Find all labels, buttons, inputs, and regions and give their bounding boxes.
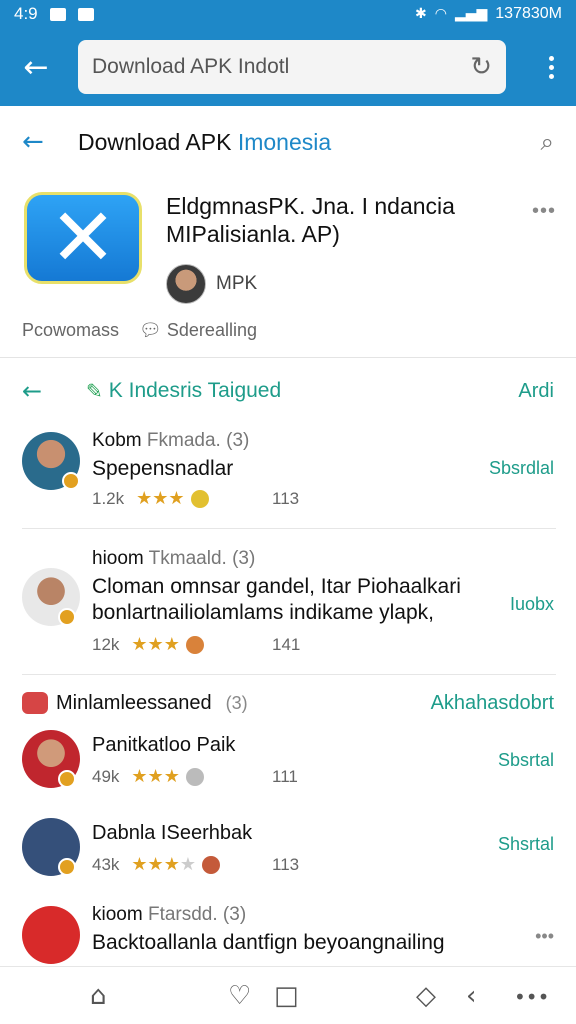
reviewer-name: Kobm Fkmada. (3) (92, 430, 250, 451)
stat-a: Pcowomass (22, 320, 120, 340)
divider (22, 674, 556, 675)
bottom-navigation: ⌂ ♡ □ ◇ ‹ ••• (0, 966, 576, 1024)
overflow-menu-icon[interactable] (536, 55, 566, 79)
tag-icon[interactable]: ◇ (416, 981, 436, 1011)
review-number: 141 (272, 634, 301, 654)
app-list-item[interactable]: Panitkatloo Paik 49k ★★★ 111 Sbsrtal (0, 726, 576, 806)
app-list-meta: 43k ★★★ ★ 113 (92, 854, 299, 875)
page-title: Download APK Imonesia (78, 128, 332, 155)
message-icon (77, 7, 94, 21)
coin-icon (185, 767, 204, 786)
rating-stars: ★★★ (131, 854, 180, 875)
leaf-icon: ✎ (86, 380, 103, 403)
review-count: 1.2k (92, 488, 125, 508)
back-arrow-icon[interactable]: ← (10, 41, 62, 93)
browser-toolbar: ← ↻ (0, 28, 576, 106)
section-app-icon (22, 692, 48, 714)
coin-icon (190, 489, 209, 508)
review-text: Backtoallanla dantfign beyoangnailing (92, 931, 445, 954)
app-stats: Pcowomass 💬︎ Sderealling (22, 320, 257, 341)
section-header-apps: Minlamleessaned (3) Akhahasdobrt (0, 678, 576, 728)
app-list-name: Dabnla ISeerhbak (92, 822, 253, 844)
review-meta: 1.2k ★★★ 113 (92, 488, 299, 509)
page-header: ← Download APK Imonesia ⌕ (0, 112, 576, 172)
developer-avatar (166, 264, 206, 304)
more-options-icon[interactable]: ••• (532, 200, 556, 223)
app-badge-icon (58, 770, 76, 788)
chat-icon[interactable]: ♡ (228, 981, 251, 1011)
section2-action-link[interactable]: Akhahasdobrt (431, 692, 554, 715)
stat-b[interactable]: 💬︎ Sderealling (139, 320, 257, 341)
rating-stars: ★★★ (136, 488, 185, 509)
app-name: EldgmnasPK. Jna. I ndancia MIPalisianla.… (166, 193, 455, 247)
section-back-icon[interactable]: ← (22, 377, 86, 405)
review-action-link[interactable]: Iuobx (510, 594, 554, 615)
rating-stars: ★★★ (131, 634, 180, 655)
reviewer-name: hioom Tkmaald. (3) (92, 548, 256, 569)
review-count: 12k (92, 634, 120, 654)
coin-icon (185, 635, 204, 654)
status-time: 4:9 (14, 4, 38, 23)
url-input[interactable] (92, 55, 432, 79)
recent-apps-icon[interactable]: □ (274, 981, 299, 1011)
more-options-icon[interactable]: ••• (535, 926, 554, 947)
app-action-link[interactable]: Shsrtal (498, 834, 554, 855)
status-bar: 4:9 ✱ ◠ ▂▄▆ 137830M (0, 0, 576, 28)
home-icon[interactable]: ⌂ (90, 981, 107, 1011)
section2-badge: (3) (225, 692, 248, 713)
app-badge-icon (58, 858, 76, 876)
reviewer-badge-icon (62, 472, 80, 490)
page-back-icon[interactable]: ← (22, 127, 78, 157)
bluetooth-icon: ✱ (415, 6, 427, 22)
review-number: 113 (272, 488, 300, 508)
empty-star: ★ (179, 854, 196, 875)
section2-title: Minlamleessaned (56, 691, 212, 714)
status-right-text: 137830M (495, 5, 562, 22)
review-text: Cloman omnsar gandel, Itar Piohaalkari b… (92, 575, 461, 624)
reviewer-name: kioom Ftarsdd. (3) (92, 904, 247, 925)
search-icon[interactable]: ⌕ (541, 128, 554, 156)
app-action-link[interactable]: Sbsrtal (498, 750, 554, 771)
coin-icon (201, 855, 220, 874)
app-list-meta: 49k ★★★ 111 (92, 766, 298, 787)
app-logo-icon[interactable]: ✕ (24, 192, 142, 284)
reload-icon[interactable]: ↻ (470, 52, 492, 82)
section-header-reviews: ← ✎ K Indesris Taigued Ardi (0, 366, 576, 416)
reviewer-avatar (22, 906, 80, 964)
review-item[interactable]: hioom Tkmaald. (3) Cloman omnsar gandel,… (0, 542, 576, 662)
developer-name: MPK (216, 273, 258, 294)
app-count: 43k (92, 854, 120, 874)
app-list-name: Panitkatloo Paik (92, 734, 236, 756)
app-list-item[interactable]: Dabnla ISeerhbak 43k ★★★ ★ 113 Shsrtal (0, 814, 576, 894)
rating-stars: ★★★ (131, 766, 180, 787)
review-meta: 12k ★★★ 141 (92, 634, 300, 655)
nav-back-icon[interactable]: ‹ (466, 981, 476, 1011)
review-text: Spepensnadlar (92, 457, 234, 480)
developer-row[interactable]: MPK (166, 264, 257, 304)
address-bar[interactable]: ↻ (78, 40, 506, 94)
review-item[interactable]: kioom Ftarsdd. (3) Backtoallanla dantfig… (0, 900, 576, 966)
wifi-icon: ◠ (434, 6, 447, 22)
section-title: K Indesris Taigued (108, 379, 282, 402)
app-count: 49k (92, 766, 120, 786)
divider (22, 528, 556, 529)
app-number: 111 (272, 766, 298, 786)
signal-icon: ▂▄▆ (454, 6, 488, 22)
app-card[interactable]: ✕ EldgmnasPK. Jna. I ndancia MIPalisianl… (0, 180, 576, 358)
more-nav-icon[interactable]: ••• (514, 985, 549, 1009)
comment-icon: 💬︎ (139, 320, 162, 341)
review-item[interactable]: Kobm Fkmada. (3) Spepensnadlar 1.2k ★★★ … (0, 428, 576, 528)
app-number: 113 (272, 854, 300, 874)
review-action-link[interactable]: Sbsrdlal (489, 458, 554, 479)
section-action-link[interactable]: Ardi (518, 380, 554, 403)
reviewer-badge-icon (58, 608, 76, 626)
notification-icon (49, 7, 66, 21)
